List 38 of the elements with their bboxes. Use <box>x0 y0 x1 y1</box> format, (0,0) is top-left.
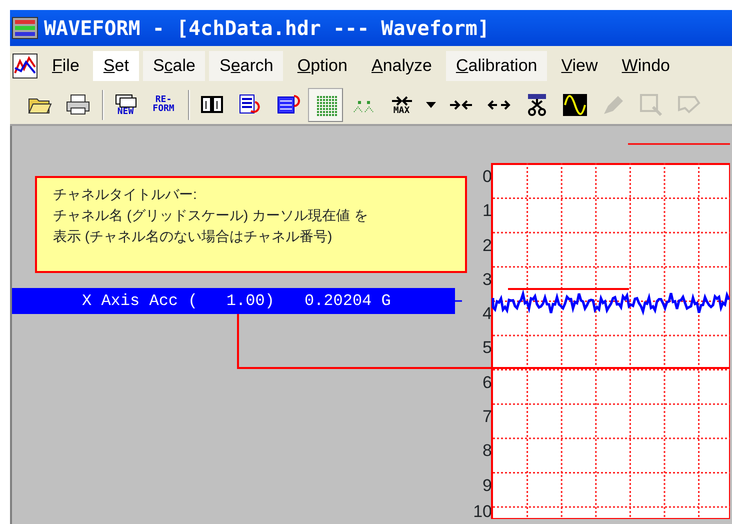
sine-wave-icon <box>562 92 588 118</box>
scale-label: 1 <box>482 200 492 222</box>
caret-icon <box>426 102 436 108</box>
scale-label: 9 <box>482 474 492 497</box>
callout-text: チャネル名 (グリッドスケール) カーソル現在値 を表示 (チャネル名のない場合はチャネル番号) <box>53 206 369 246</box>
menu-item[interactable]: Search <box>209 51 284 81</box>
cursor-value: 0.20204 G <box>304 291 391 312</box>
arrows-inward-icon <box>390 94 412 106</box>
channel-title-bar[interactable]: X Axis Acc ( 1.00) 0.20204 G <box>12 288 455 314</box>
app-icon <box>12 17 38 39</box>
tick-mark <box>455 300 462 302</box>
menu-item[interactable]: Option <box>287 51 358 81</box>
menu-item[interactable]: Windo <box>612 51 680 81</box>
menu-item[interactable]: View <box>551 51 608 81</box>
new-window-button[interactable]: NEW <box>108 88 143 122</box>
scale-label: 5 <box>482 337 492 360</box>
scale-label: 10 <box>472 502 492 520</box>
menu-item[interactable]: Scale <box>142 51 206 81</box>
scale-label: 6 <box>482 372 492 394</box>
grid-scale: ( 1.00) <box>188 291 274 312</box>
scale-label: 0 <box>482 166 492 188</box>
chart-icon[interactable] <box>12 53 38 79</box>
reform-button[interactable]: RE- FORM <box>146 88 181 122</box>
menu-item[interactable]: Calibration <box>446 51 548 81</box>
menu-item[interactable]: File <box>42 51 90 81</box>
scale-label: 4 <box>482 303 492 326</box>
scale-label: 7 <box>482 406 492 428</box>
windows-icon <box>114 94 136 108</box>
max-button[interactable]: MAX <box>384 88 419 122</box>
menu-item[interactable]: Analyze <box>361 51 442 81</box>
channel-name: X Axis Acc <box>82 291 178 312</box>
callout-title: チャネルタイトルバー: <box>53 185 198 204</box>
scale-label: 2 <box>482 234 492 257</box>
window-title: WAVEFORM - [4chData.hdr --- Waveform] <box>44 15 490 42</box>
magnifier-icon <box>638 92 664 118</box>
scale-label: 8 <box>482 440 492 462</box>
menu-item[interactable]: Set <box>93 51 139 81</box>
scale-label: 3 <box>482 268 492 291</box>
